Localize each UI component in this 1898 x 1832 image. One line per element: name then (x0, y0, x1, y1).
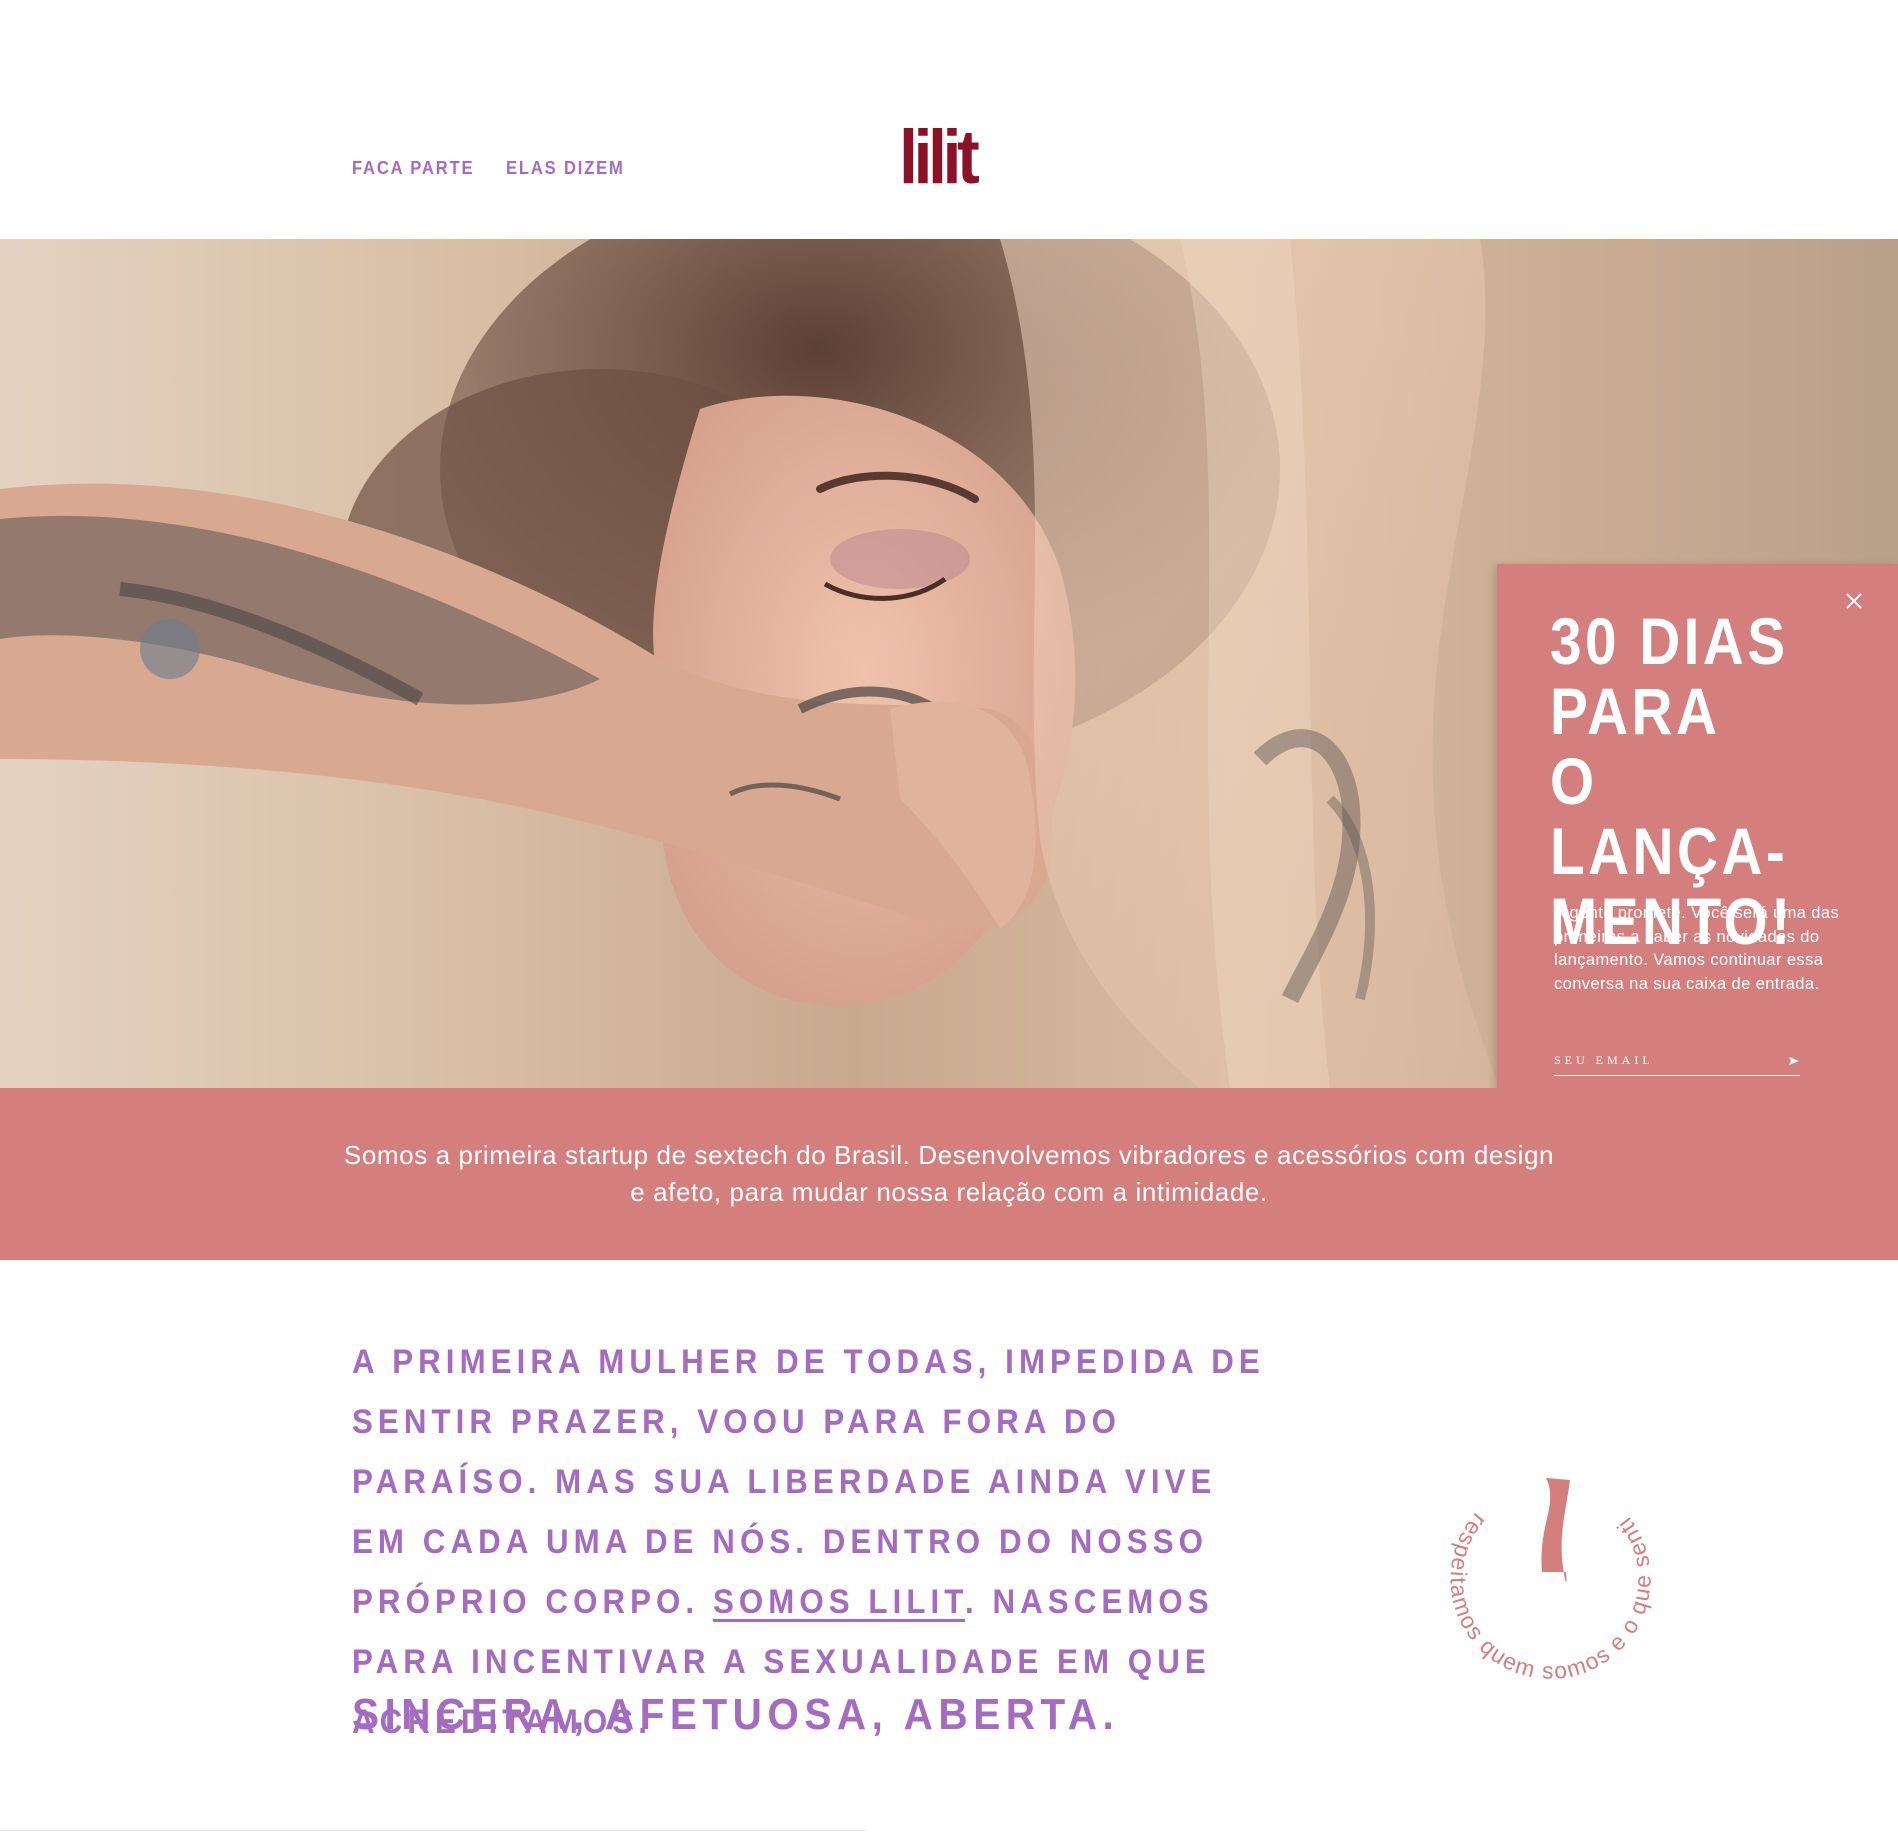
send-arrow-icon[interactable] (1787, 1054, 1801, 1068)
hero-image: 30 DIAS PARA O LANÇA- MENTO! A gente pro… (0, 239, 1898, 1088)
nav-faca-parte[interactable]: FACA PARTE (352, 158, 474, 179)
somos-lilit-link[interactable]: SOMOS LILIT (713, 1583, 965, 1621)
tagline: SINCERA, AFETUOSA, ABERTA. (352, 1690, 1120, 1739)
badge-circular-text: respeitamos quem somos e o que sentimos (1400, 1430, 1656, 1684)
intro-text: Somos a primeira startup de sextech do B… (343, 1140, 1555, 1207)
manifesto-part-1: A PRIMEIRA MULHER DE TODAS, IMPEDIDA DE … (352, 1343, 1265, 1621)
close-icon[interactable] (1843, 590, 1865, 612)
badge-mark-icon (1541, 1478, 1570, 1583)
popup-description: A gente promete. Você será uma das prime… (1554, 904, 1840, 993)
manifesto-text: A PRIMEIRA MULHER DE TODAS, IMPEDIDA DE … (352, 1332, 1281, 1752)
intro-band: Somos a primeira startup de sextech do B… (0, 1088, 1898, 1260)
lilit-logo[interactable]: lilit (899, 120, 980, 196)
launch-popup: 30 DIAS PARA O LANÇA- MENTO! A gente pro… (1497, 564, 1898, 1088)
site-header: FACA PARTE ELAS DIZEM lilit (0, 0, 1898, 239)
nav-elas-dizem[interactable]: ELAS DIZEM (506, 158, 625, 179)
respect-badge: respeitamos quem somos e o que sentimos (1400, 1430, 1656, 1684)
email-field[interactable] (1554, 1050, 1800, 1076)
divider (0, 1830, 866, 1831)
